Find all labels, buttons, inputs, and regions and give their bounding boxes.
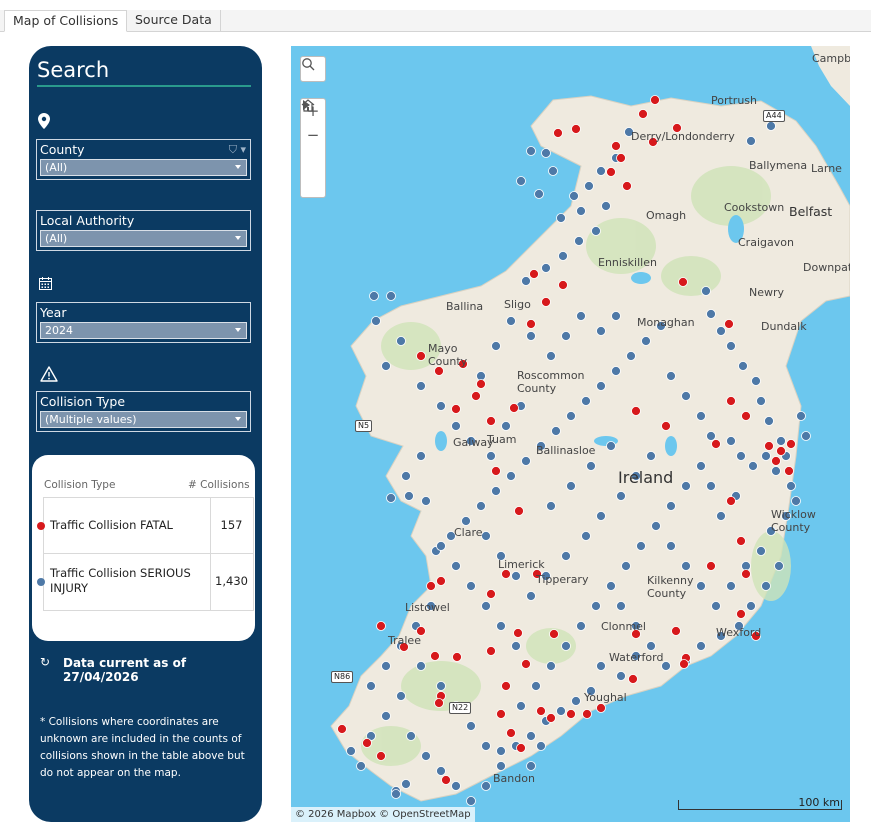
- place-label: Downpat: [803, 261, 850, 274]
- place-label: Cookstown: [724, 201, 785, 214]
- place-label: Dundalk: [761, 320, 807, 333]
- place-label: Mayo County: [428, 342, 468, 368]
- local-authority-filter: Local Authority (All): [36, 210, 251, 251]
- fatal-marker-icon: [37, 522, 45, 530]
- place-label: Roscommon County: [517, 369, 585, 395]
- place-label: Kilkenny County: [647, 574, 694, 600]
- table-row[interactable]: Traffic Collision SERIOUS INJURY 1,430: [37, 554, 253, 611]
- place-label: Campbe: [812, 52, 850, 65]
- road-shield: N22: [449, 702, 472, 714]
- serious-injury-points: [346, 121, 811, 806]
- col-header-count: # Collisions: [188, 479, 250, 491]
- place-label: Wexford: [716, 626, 762, 639]
- row-count: 157: [220, 518, 243, 532]
- place-label: Wicklow County: [771, 508, 816, 534]
- place-label: Galway: [453, 436, 494, 449]
- table-row[interactable]: Traffic Collision FATAL 157: [37, 498, 253, 554]
- place-label: Clare: [454, 526, 483, 539]
- row-type: Traffic Collision SERIOUS INJURY: [50, 566, 191, 595]
- map-pin-icon: [38, 113, 50, 129]
- home-icon[interactable]: [301, 99, 325, 171]
- tab-map-of-collisions[interactable]: Map of Collisions: [4, 10, 128, 32]
- col-header-type: Collision Type: [44, 479, 116, 491]
- place-label: Waterford: [609, 651, 664, 664]
- place-label: Craigavon: [738, 236, 794, 249]
- refresh-icon: ↻: [40, 655, 51, 669]
- place-label: Limerick: [498, 558, 545, 571]
- year-filter: Year 2024: [36, 302, 251, 343]
- place-label: Belfast: [789, 204, 833, 219]
- map-attribution[interactable]: © 2026 Mapbox © OpenStreetMap: [291, 807, 475, 822]
- county-value: (All): [45, 161, 68, 174]
- place-label: Clonmel: [601, 620, 646, 633]
- place-label: Tralee: [388, 634, 421, 647]
- place-label: Ballinasloe: [536, 444, 596, 457]
- place-label: Omagh: [646, 209, 687, 222]
- place-label: Ballina: [446, 300, 484, 313]
- chevron-down-icon: [235, 236, 241, 240]
- place-label: Tipperary: [536, 573, 589, 586]
- row-type: Traffic Collision FATAL: [50, 518, 173, 532]
- place-label: Bandon: [493, 772, 535, 785]
- collision-map[interactable]: Portrush Ballymena Larne Omagh Cookstown…: [291, 46, 850, 822]
- county-label: County: [40, 142, 85, 157]
- warning-icon: [40, 366, 58, 382]
- place-label: Larne: [811, 162, 842, 175]
- place-label: Listowel: [405, 601, 450, 614]
- map-zoom-controls: + −: [300, 98, 326, 198]
- collision-type-dropdown[interactable]: (Multiple values): [40, 411, 247, 428]
- place-label: Portrush: [711, 94, 758, 107]
- place-label: Derry/Londonderry: [631, 130, 735, 143]
- search-panel: Search County ⛉ ▾ (All) Local Authority …: [29, 46, 262, 822]
- local-authority-label: Local Authority: [40, 213, 135, 228]
- play-icon[interactable]: [301, 100, 325, 195]
- funnel-icon[interactable]: ⛉ ▾: [229, 143, 246, 157]
- road-shield: N5: [355, 420, 373, 432]
- footnote: * Collisions where coordinates are unkno…: [40, 716, 245, 779]
- local-authority-dropdown[interactable]: (All): [40, 230, 247, 247]
- tab-bar: Map of Collisions Source Data: [0, 10, 871, 32]
- place-label: Enniskillen: [598, 256, 657, 269]
- county-filter: County ⛉ ▾ (All): [36, 139, 251, 180]
- search-title: Search: [37, 58, 110, 82]
- scale-label: 100 km: [798, 796, 840, 809]
- chevron-down-icon: [235, 165, 241, 169]
- serious-marker-icon: [37, 578, 45, 586]
- chevron-down-icon: [235, 328, 241, 332]
- year-dropdown[interactable]: 2024: [40, 322, 247, 339]
- local-authority-value: (All): [45, 232, 68, 245]
- data-current-text: Data current as of 27/04/2026: [63, 656, 187, 684]
- place-label: Monaghan: [637, 316, 695, 329]
- place-label: Ireland: [618, 468, 674, 487]
- tab-source-data[interactable]: Source Data: [127, 10, 221, 32]
- collision-type-label: Collision Type: [40, 394, 126, 409]
- place-label: Youghal: [584, 691, 627, 704]
- zoom-out-icon[interactable]: −: [301, 123, 325, 147]
- collision-summary-card: Collision Type # Collisions Traffic Coll…: [32, 455, 255, 641]
- place-label: Newry: [749, 286, 785, 299]
- place-label: Ballymena: [749, 159, 808, 172]
- road-shield: N86: [331, 671, 354, 683]
- county-dropdown[interactable]: (All): [40, 159, 247, 176]
- year-value: 2024: [45, 324, 73, 337]
- year-label: Year: [40, 305, 67, 320]
- place-label: Sligo: [504, 298, 531, 311]
- chevron-down-icon: [235, 417, 241, 421]
- collision-type-filter: Collision Type (Multiple values): [36, 391, 251, 432]
- map-search-button[interactable]: [300, 56, 326, 82]
- collision-type-value: (Multiple values): [45, 413, 137, 426]
- summary-table: Traffic Collision FATAL 157 Traffic Coll…: [37, 497, 254, 611]
- road-shield: A44: [763, 110, 785, 122]
- title-underline: [37, 85, 251, 87]
- calendar-icon: [39, 277, 52, 290]
- search-icon: [302, 58, 315, 71]
- row-count: 1,430: [215, 574, 248, 588]
